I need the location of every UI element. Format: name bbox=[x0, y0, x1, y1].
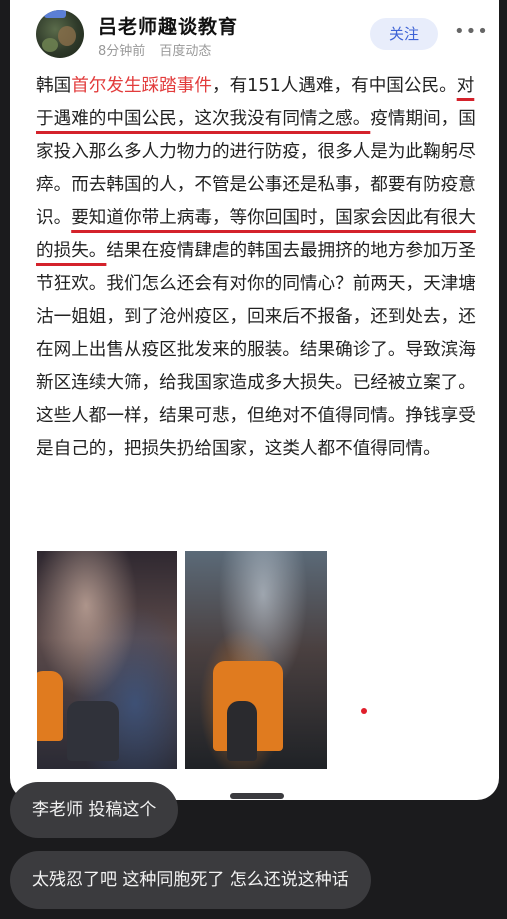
post-source: 百度动态 bbox=[159, 44, 212, 59]
post-images bbox=[37, 551, 327, 769]
image-detail bbox=[227, 701, 257, 761]
image-detail bbox=[67, 701, 119, 761]
post-card: 吕老师趣谈教育 8分钟前 百度动态 关注 ••• 韩国首尔发生踩踏事件，有151… bbox=[10, 0, 499, 800]
scroll-indicator bbox=[230, 793, 284, 799]
highlight-text: 首尔发生踩踏事件 bbox=[71, 76, 212, 96]
post-image-left[interactable] bbox=[37, 551, 177, 769]
body-segment: 结果在疫情肆虐的韩国去最拥挤的地方参加万圣节狂欢。我们怎么还会有对你的同情心？前… bbox=[36, 241, 476, 459]
body-segment: 韩国 bbox=[36, 76, 72, 96]
author-name[interactable]: 吕老师趣谈教育 bbox=[98, 12, 238, 39]
avatar-detail bbox=[42, 38, 58, 52]
avatar[interactable] bbox=[36, 10, 84, 58]
avatar-badge bbox=[44, 10, 66, 18]
post-header: 吕老师趣谈教育 8分钟前 百度动态 关注 ••• bbox=[10, 0, 499, 66]
post-time: 8分钟前 bbox=[98, 44, 146, 59]
red-dot-marker bbox=[361, 708, 367, 714]
body-segment: ，有151人遇难，有中国公民。 bbox=[211, 76, 457, 96]
more-dots-icon[interactable]: ••• bbox=[454, 22, 488, 46]
post-meta: 8分钟前 百度动态 bbox=[98, 40, 211, 59]
chat-bubble-2[interactable]: 太残忍了吧 这种同胞死了 怎么还说这种话 bbox=[10, 851, 371, 909]
follow-button[interactable]: 关注 bbox=[370, 18, 438, 50]
post-image-right[interactable] bbox=[185, 551, 327, 769]
image-detail bbox=[37, 671, 63, 741]
chat-bubble-1[interactable]: 李老师 投稿这个 bbox=[10, 782, 179, 838]
avatar-detail bbox=[58, 26, 76, 46]
post-body: 韩国首尔发生踩踏事件，有151人遇难，有中国公民。对于遇难的中国公民，这次我没有… bbox=[36, 70, 486, 466]
